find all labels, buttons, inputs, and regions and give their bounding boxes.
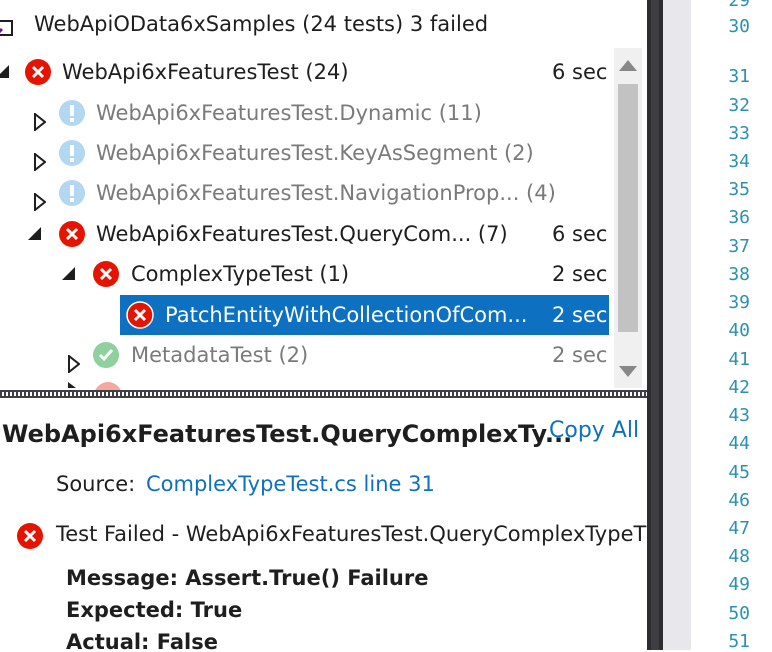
tree-item-patchentity-selected[interactable]: PatchEntityWithCollectionOfCom... 2 sec [120,295,609,335]
scroll-down-icon[interactable] [619,366,637,377]
line-number: 43 [728,405,750,426]
line-number: 49 [728,574,750,595]
line-number: 51 [728,631,750,652]
failed-icon [126,301,154,329]
line-number: 44 [728,433,750,454]
line-number: 30 [728,16,750,37]
collapsed-arrow-icon [68,382,76,388]
tree-item-duration: 2 sec [552,303,608,327]
detail-title: WebApi6xFeaturesTest.QueryComplexTy... [2,420,573,448]
test-details-pane: WebApi6xFeaturesTest.QueryComplexTy... C… [0,398,647,650]
line-number: 34 [728,151,750,172]
tree-item-label: PatchEntityWithCollectionOfCom... [165,303,528,327]
tree-item-label: WebApi6xFeaturesTest.QueryCom... (7) [96,222,508,246]
line-number: 41 [728,349,750,370]
failed-icon [92,260,120,288]
line-number: 33 [728,123,750,144]
failed-icon [16,522,44,550]
tree-header-row[interactable]: WebApiOData6xSamples (24 tests) 3 failed [0,4,610,44]
line-number: 45 [728,462,750,483]
tree-item-label: WebApi6xFeaturesTest (24) [62,60,349,84]
tree-item-duration: 6 sec [552,60,608,84]
line-number: 29 [728,0,750,11]
tree-item-keyassegment[interactable]: WebApi6xFeaturesTest.KeyAsSegment (2) [0,133,610,173]
tree-item-duration: 2 sec [552,343,608,367]
tree-item-label: WebApi6xFeaturesTest.Dynamic (11) [96,101,482,125]
test-tree: WebApiOData6xSamples (24 tests) 3 failed… [0,0,647,390]
line-number: 31 [728,66,750,87]
pane-divider[interactable] [647,0,663,650]
code-editor-gutter: 29 30 31 32 33 34 35 36 37 38 39 40 41 42 43 44 45 46 47 48… [663,0,772,652]
line-number: 37 [728,236,750,257]
test-explorer-panel: WebApiOData6xSamples (24 tests) 3 failed… [0,0,647,650]
tree-item-navigationprop[interactable]: WebApi6xFeaturesTest.NavigationProp... (… [0,173,610,213]
tree-item-querycomplextype[interactable]: WebApi6xFeaturesTest.QueryCom... (7) 6 s… [0,214,610,254]
line-number: 42 [728,377,750,398]
solution-label: WebApiOData6xSamples (24 tests) 3 failed [34,12,489,36]
line-number: 47 [728,518,750,539]
tree-item-label: ComplexTypeTest (1) [131,262,350,286]
source-link[interactable]: ComplexTypeTest.cs line 31 [146,472,435,496]
tree-item-duration: 2 sec [552,262,608,286]
tree-item-webapi6xfeaturestest[interactable]: WebApi6xFeaturesTest (24) 6 sec [0,52,610,92]
tree-item-label: WebApi6xFeaturesTest.KeyAsSegment (2) [96,141,534,165]
solution-icon [0,12,18,36]
expanded-arrow-icon [28,227,41,240]
tree-item-duration: 6 sec [552,222,608,246]
actual-value: Actual: False [66,630,218,650]
line-number: 36 [728,207,750,228]
failed-icon [58,220,86,248]
not-run-icon [58,179,86,207]
scroll-up-icon[interactable] [619,60,637,71]
not-run-icon [58,139,86,167]
panel-splitter[interactable] [0,390,647,398]
line-number: 35 [728,179,750,200]
line-number: 46 [728,490,750,511]
passed-icon [92,341,120,369]
editor-margin [663,0,691,650]
line-number: 50 [728,603,750,624]
not-run-icon [58,99,86,127]
failure-message: Message: Assert.True() Failure [66,566,429,590]
scrollbar-thumb[interactable] [618,84,638,332]
expanded-arrow-icon [0,65,9,78]
line-number: 32 [728,95,750,116]
tree-item-dynamic[interactable]: WebApi6xFeaturesTest.Dynamic (11) [0,93,610,133]
pane-divider-bar [651,0,659,650]
tree-item-label: MetadataTest (2) [131,343,309,367]
line-number: 48 [728,546,750,567]
copy-all-link[interactable]: Copy All [549,418,639,443]
tree-item-label: WebApi6xFeaturesTest.NavigationProp... (… [96,181,556,205]
tree-item-metadatatest[interactable]: MetadataTest (2) 2 sec [0,335,610,375]
tree-item-complextypetest[interactable]: ComplexTypeTest (1) 2 sec [0,254,610,294]
test-result-line: Test Failed - WebApi6xFeaturesTest.Query… [56,522,647,546]
line-number: 38 [728,264,750,285]
failed-icon [94,382,122,390]
line-number: 40 [728,320,750,341]
tree-item-partial[interactable] [66,380,266,390]
expected-value: Expected: True [66,598,243,622]
source-label: Source: [56,472,136,496]
tree-scrollbar[interactable] [614,48,642,388]
failed-icon [24,58,52,86]
expanded-arrow-icon [62,267,75,280]
line-number: 39 [728,292,750,313]
